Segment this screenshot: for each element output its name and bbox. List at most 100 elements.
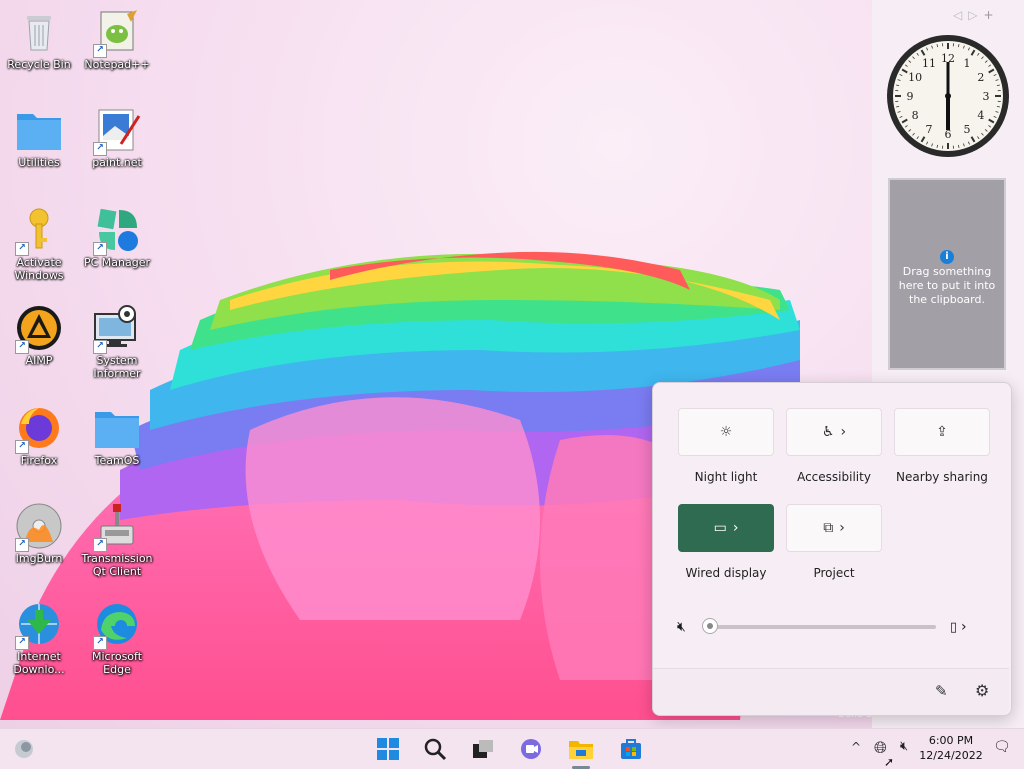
gadget-controls: ◁ ▷ + bbox=[953, 8, 994, 22]
clock-number: 7 bbox=[926, 123, 933, 136]
desktop-icon-label: paint.net bbox=[78, 156, 156, 169]
clock-pivot bbox=[945, 93, 951, 99]
clock-number: 4 bbox=[977, 109, 984, 122]
desktop-icon-paint-net[interactable]: ↗ paint.net bbox=[78, 106, 156, 169]
clock-number: 11 bbox=[922, 57, 936, 70]
desktop-icon-system-informer[interactable]: ↗ System Informer bbox=[78, 304, 156, 380]
desktop-icon-recycle-bin[interactable]: Recycle Bin bbox=[0, 8, 78, 71]
night-light-button[interactable]: ☼ bbox=[678, 408, 774, 456]
desktop-icon-utilities[interactable]: Utilities bbox=[0, 106, 78, 169]
quick-settings-footer: ✎ ⚙ bbox=[653, 668, 1009, 715]
next-page-icon[interactable]: ▷ bbox=[968, 8, 977, 22]
desktop-icon-label: PC Manager bbox=[78, 256, 156, 269]
desktop-icon-activate-windows[interactable]: ↗ Activate Windows bbox=[0, 206, 78, 282]
shortcut-arrow-icon: ↗ bbox=[15, 538, 29, 552]
tile-label: Nearby sharing bbox=[894, 470, 990, 484]
volume-muted-tray-icon[interactable]: 🔇︎ bbox=[900, 739, 908, 754]
nearby-sharing-button[interactable]: ⇪ bbox=[894, 408, 990, 456]
chevron-right-icon[interactable]: › bbox=[733, 520, 739, 536]
desktop-icon-teamos[interactable]: TeamOS bbox=[78, 404, 156, 467]
tile-wired-display[interactable]: ▭ › Wired display bbox=[678, 504, 774, 580]
tile-project[interactable]: ⧉ › Project bbox=[786, 504, 882, 580]
transmission-icon: ↗ bbox=[93, 502, 141, 550]
paint-net-icon: ↗ bbox=[93, 106, 141, 154]
clipboard-gadget[interactable]: i Drag something here to put it into the… bbox=[888, 178, 1006, 370]
clock-number: 9 bbox=[907, 90, 914, 103]
taskbar-date: 12/24/2022 bbox=[918, 748, 984, 763]
chevron-right-icon[interactable]: › bbox=[961, 619, 967, 635]
desktop-icon-label: System Informer bbox=[78, 354, 156, 380]
search-button[interactable] bbox=[421, 735, 449, 763]
shortcut-arrow-icon: ↗ bbox=[93, 44, 107, 58]
audio-output-device-icon[interactable]: ▯ bbox=[950, 620, 957, 635]
info-icon: i bbox=[940, 250, 954, 264]
shortcut-arrow-icon: ↗ bbox=[15, 242, 29, 256]
store-icon bbox=[619, 737, 643, 761]
add-gadget-icon[interactable]: + bbox=[983, 8, 993, 22]
chat-button[interactable] bbox=[517, 735, 545, 763]
chevron-right-icon[interactable]: › bbox=[839, 520, 845, 536]
key-icon: ↗ bbox=[15, 206, 63, 254]
desktop-icon-internet-download-manager[interactable]: ↗ Internet Downlo... bbox=[0, 600, 78, 676]
desktop-icon-aimp[interactable]: ↗ AIMP bbox=[0, 304, 78, 367]
desktop-icon-firefox[interactable]: ↗ Firefox bbox=[0, 404, 78, 467]
folder-icon bbox=[93, 404, 141, 452]
clock-number: 5 bbox=[964, 123, 971, 136]
taskbar: ^ 🌐︎ 🔇︎ ➚ 6:00 PM 12/24/2022 🗨︎ bbox=[0, 728, 1024, 769]
desktop-icon-label: Recycle Bin bbox=[0, 58, 78, 71]
volume-row: 🔇︎ ▯ › bbox=[677, 615, 991, 639]
file-explorer-button[interactable] bbox=[567, 735, 595, 763]
cast-icon: ▭ bbox=[714, 520, 727, 536]
widgets-button[interactable] bbox=[10, 735, 38, 763]
tile-night-light[interactable]: ☼ Night light bbox=[678, 408, 774, 484]
microsoft-store-button[interactable] bbox=[617, 735, 645, 763]
desktop-icon-label: Transmission Qt Client bbox=[78, 552, 156, 578]
shortcut-arrow-icon: ↗ bbox=[15, 340, 29, 354]
clock-number: 8 bbox=[912, 109, 919, 122]
edge-icon: ↗ bbox=[93, 600, 141, 648]
notification-center-icon[interactable]: 🗨︎ bbox=[993, 739, 1011, 755]
accessibility-button[interactable]: ♿ › bbox=[786, 408, 882, 456]
tile-label: Accessibility bbox=[786, 470, 882, 484]
search-icon bbox=[423, 737, 447, 761]
desktop-icon-label: Internet Downlo... bbox=[0, 650, 78, 676]
edit-pencil-icon[interactable]: ✎ bbox=[935, 682, 948, 700]
show-hidden-icons-chevron-icon[interactable]: ^ bbox=[851, 740, 861, 754]
chevron-right-icon[interactable]: › bbox=[840, 424, 846, 440]
project-button[interactable]: ⧉ › bbox=[786, 504, 882, 552]
desktop-icon-notepad-plus-plus[interactable]: ↗ Notepad++ bbox=[78, 8, 156, 71]
previous-page-icon[interactable]: ◁ bbox=[953, 8, 962, 22]
desktop-icon-label: AIMP bbox=[0, 354, 78, 367]
file-explorer-icon bbox=[568, 738, 594, 760]
desktop-icon-imgburn[interactable]: ↗ ImgBurn bbox=[0, 502, 78, 565]
clock-date-button[interactable]: 6:00 PM 12/24/2022 bbox=[918, 733, 984, 763]
tile-nearby-sharing[interactable]: ⇪ Nearby sharing bbox=[894, 408, 990, 484]
desktop-icon-label: ImgBurn bbox=[0, 552, 78, 565]
desktop-icon-microsoft-edge[interactable]: ↗ Microsoft Edge bbox=[78, 600, 156, 676]
desktop-icon-transmission[interactable]: ↗ Transmission Qt Client bbox=[78, 502, 156, 578]
wired-display-button[interactable]: ▭ › bbox=[678, 504, 774, 552]
widgets-icon bbox=[13, 738, 35, 760]
volume-slider-thumb[interactable] bbox=[702, 618, 718, 634]
volume-slider[interactable] bbox=[704, 625, 936, 629]
desktop-icon-label: Microsoft Edge bbox=[78, 650, 156, 676]
speaker-muted-icon[interactable]: 🔇︎ bbox=[677, 619, 686, 635]
clock-gadget[interactable]: 121234567891011 bbox=[886, 34, 1010, 158]
clipboard-hint-text: Drag something here to put it into the c… bbox=[890, 265, 1004, 307]
shortcut-arrow-icon: ↗ bbox=[93, 242, 107, 256]
clock-number: 10 bbox=[908, 71, 922, 84]
clock-number: 1 bbox=[964, 57, 971, 70]
desktop-icon-pc-manager[interactable]: ↗ PC Manager bbox=[78, 206, 156, 269]
tile-label: Night light bbox=[678, 470, 774, 484]
task-view-icon bbox=[471, 738, 495, 760]
desktop-icon-label: Firefox bbox=[0, 454, 78, 467]
tile-label: Wired display bbox=[678, 566, 774, 580]
share-icon: ⇪ bbox=[936, 424, 948, 440]
system-informer-icon: ↗ bbox=[93, 304, 141, 352]
settings-gear-icon[interactable]: ⚙ bbox=[975, 681, 989, 700]
accessibility-icon: ♿ bbox=[822, 424, 835, 440]
task-view-button[interactable] bbox=[469, 735, 497, 763]
tile-accessibility[interactable]: ♿ › Accessibility bbox=[786, 408, 882, 484]
clock-number: 3 bbox=[983, 90, 990, 103]
start-button[interactable] bbox=[374, 735, 402, 763]
